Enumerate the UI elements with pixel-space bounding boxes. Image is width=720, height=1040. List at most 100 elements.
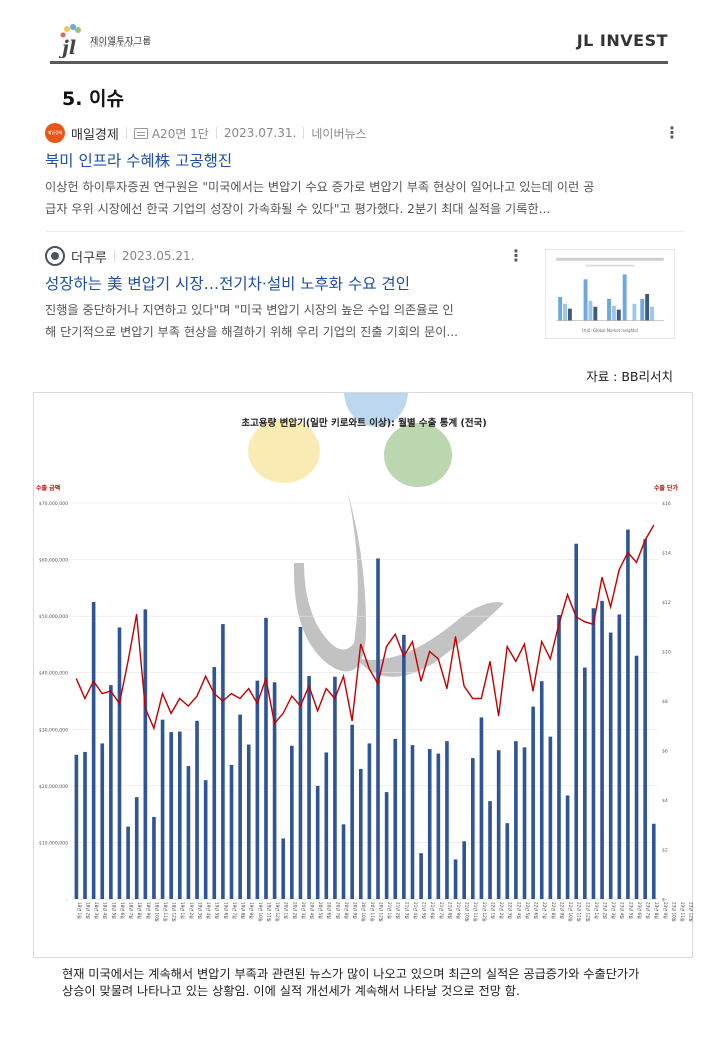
y-right-tick-label: $2 [662, 848, 668, 854]
line-point [256, 702, 258, 704]
news-title[interactable]: 성장하는 美 변압기 시장…전기차·설비 노후화 수요 견인 [45, 272, 410, 294]
bar [548, 736, 553, 899]
line-point [489, 660, 491, 662]
bar [212, 667, 217, 899]
line-point [317, 710, 319, 712]
news-thumbnail[interactable]: [자료: Global Market Insights] [545, 249, 675, 339]
line-point [601, 576, 603, 578]
line-point [627, 552, 629, 553]
bar [290, 745, 294, 899]
x-tick-label: 21년 11월 [472, 902, 479, 922]
brand-name: JL INVEST [576, 31, 668, 50]
bar [427, 749, 432, 899]
x-tick-label: 20년 1월 [283, 902, 290, 919]
bar [281, 838, 286, 899]
bar [350, 724, 354, 899]
line-point [230, 693, 232, 695]
x-tick-label: 18년 8월 [136, 902, 143, 919]
line-point [325, 688, 327, 690]
press-name[interactable]: 매일경제 [71, 124, 119, 143]
x-tick-label: 21년 9월 [455, 902, 462, 919]
x-tick-label: 20년 2월 [291, 902, 298, 919]
x-tick-label: 22년 11월 [576, 902, 583, 922]
bar [134, 797, 139, 899]
bar [358, 768, 363, 899]
line-point [170, 712, 172, 714]
divider [215, 127, 217, 139]
logo-subtext: JLINVESTMENT [91, 44, 136, 49]
line-point [351, 720, 353, 722]
line-point [377, 683, 379, 685]
bar [246, 744, 251, 899]
x-tick-label: 23년 8월 [653, 902, 660, 919]
line-point [299, 705, 301, 707]
x-tick-label: 23년 12월 [688, 902, 694, 922]
line-point [541, 641, 543, 643]
line-point [127, 660, 129, 662]
news-title[interactable]: 북미 인프라 수혜株 고공행진 [45, 149, 232, 171]
line-point [403, 655, 405, 657]
portal-link[interactable]: 네이버뉴스 [311, 125, 366, 142]
bar [583, 667, 587, 899]
x-tick-label: 23년 4월 [619, 902, 626, 919]
x-tick-label: 18년 12월 [171, 902, 178, 922]
x-tick-label: 18년 11월 [162, 902, 169, 922]
bar [643, 539, 647, 899]
bar [367, 743, 372, 899]
line-point [446, 688, 448, 690]
line-point [610, 606, 612, 608]
y-left-tick-label: $40,000,000 [39, 671, 68, 677]
x-tick-label: 20년 10월 [360, 902, 367, 922]
bar [565, 795, 570, 899]
bar [109, 685, 113, 899]
line-point [463, 685, 465, 687]
news-date: 2023.05.21. [121, 249, 195, 263]
news-item[interactable]: 더구루 2023.05.21. ⋮ 성장하는 美 변압기 시장…전기차·설비 노… [45, 245, 685, 345]
source-label: 자료 : BB리서치 [586, 369, 673, 384]
bar [229, 764, 234, 899]
x-tick-label: 21년 6월 [429, 902, 436, 919]
line-point [644, 539, 646, 541]
x-tick-label: 19년 7월 [231, 902, 238, 919]
x-tick-label: 21년 7월 [438, 902, 445, 919]
line-point [239, 698, 241, 700]
x-tick-label: 20년 8월 [343, 902, 350, 919]
news-item[interactable]: 매일경제 매일경제 A20면 1단 2023.07.31. 네이버뉴스 ⋮ 북미… [45, 122, 685, 232]
x-tick-label: 23년 11월 [679, 902, 686, 922]
y-left-tick-label: $20,000,000 [39, 784, 68, 790]
bar [522, 747, 527, 899]
snippet-line: 해 단기적으로 변압기 부족 현상을 해결하기 위해 우리 기업의 진출 기회의… [45, 325, 459, 339]
x-tick-label: 19년 8월 [240, 902, 247, 919]
bar [462, 841, 466, 899]
line-point [472, 698, 474, 700]
x-tick-label: 21년 2월 [395, 902, 402, 919]
press-name[interactable]: 더구루 [71, 247, 107, 266]
x-tick-label: 21년 1월 [386, 902, 393, 919]
more-options-icon[interactable]: ⋮ [508, 248, 524, 264]
more-options-icon[interactable]: ⋮ [664, 125, 680, 141]
bar [617, 614, 622, 899]
x-tick-label: 19년 5월 [214, 902, 221, 919]
line-point [222, 700, 224, 702]
bar [324, 752, 329, 899]
export-chart: - $10,000,000 $20,000,000 $30,000,000 $40,00… [33, 392, 694, 958]
line-point [274, 722, 276, 724]
thumbnail-caption: [자료: Global Market Insights] [582, 328, 639, 333]
x-tick-label: 23년 1월 [593, 902, 600, 919]
bar [634, 655, 639, 899]
x-tick-label: 19년 1월 [179, 902, 186, 919]
bar [453, 859, 458, 899]
x-tick-label: 22년 2월 [498, 902, 505, 919]
x-tick-label: 23년 3월 [610, 902, 617, 919]
x-tick-label: 22년 12월 [584, 902, 591, 922]
y-right-tick-label: $10 [662, 650, 671, 656]
news-snippet: 이상헌 하이투자증권 연구원은 "미국에서는 변압기 수요 증가로 변압기 부족… [45, 176, 675, 220]
x-tick-label: 22년 6월 [533, 902, 540, 919]
x-tick-label: 20년 7월 [334, 902, 341, 919]
line-point [342, 675, 344, 677]
snippet-line: 급자 우위 시장에선 한국 기업의 성장이 가속화될 수 있다"고 평가했다. … [45, 202, 551, 216]
bar [539, 681, 544, 899]
bar [264, 617, 268, 899]
x-tick-label: 18년 1월 [76, 902, 83, 919]
y-right-tick-label: $12 [662, 600, 671, 606]
